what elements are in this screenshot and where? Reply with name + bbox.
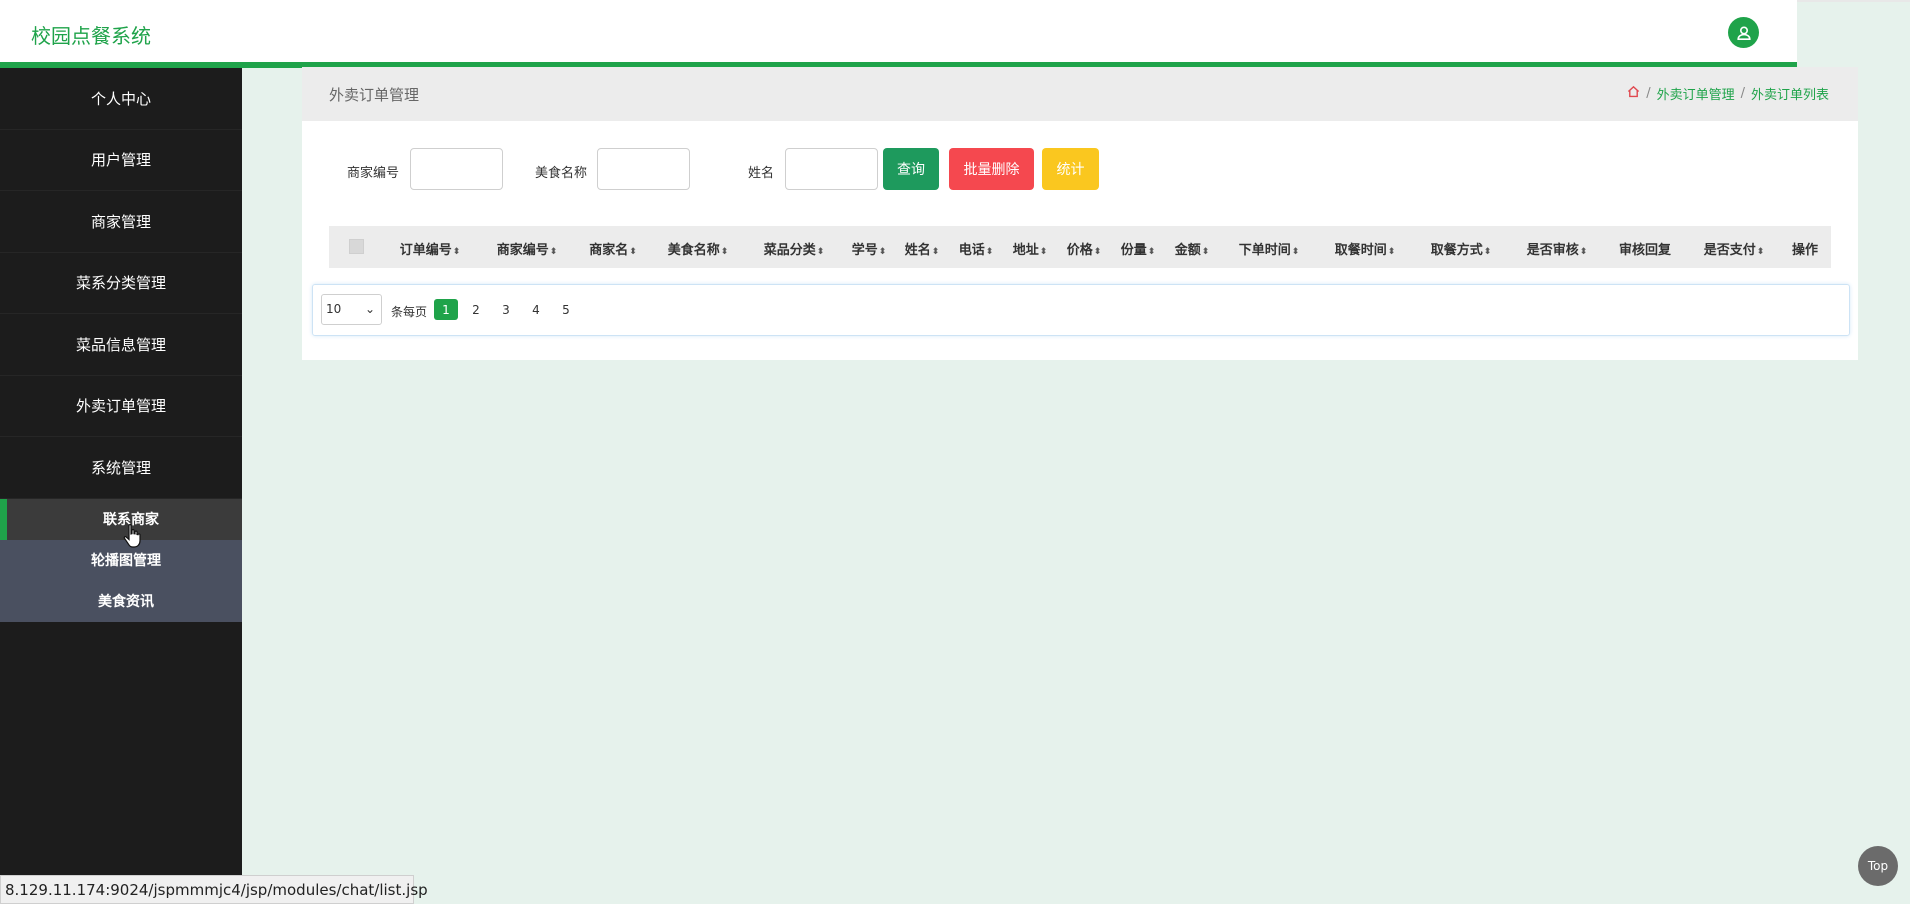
page-5[interactable]: 5: [554, 299, 578, 320]
page-2[interactable]: 2: [464, 299, 488, 320]
home-icon[interactable]: [1627, 85, 1640, 102]
page-3[interactable]: 3: [494, 299, 518, 320]
col-amount[interactable]: 金额⬍: [1175, 239, 1210, 258]
submenu-item-contact-merchant[interactable]: 联系商家: [0, 498, 242, 540]
system-submenu: 联系商家 轮播图管理 美食资讯: [0, 498, 242, 622]
page-4[interactable]: 4: [524, 299, 548, 320]
col-dish-category[interactable]: 菜品分类⬍: [764, 239, 825, 258]
col-price[interactable]: 价格⬍: [1067, 239, 1102, 258]
merchant-no-input[interactable]: [410, 148, 503, 190]
page-1[interactable]: 1: [434, 299, 458, 320]
name-label: 姓名: [748, 166, 775, 181]
col-merchant-name[interactable]: 商家名⬍: [589, 239, 637, 258]
top-header: 校园点餐系统: [0, 0, 1797, 68]
hand-cursor-icon: [123, 523, 143, 553]
col-address[interactable]: 地址⬍: [1013, 239, 1048, 258]
table-header: 订单编号⬍ 商家编号⬍ 商家名⬍ 美食名称⬍ 菜品分类⬍ 学号⬍ 姓名⬍ 电话⬍…: [329, 226, 1831, 268]
col-actions: 操作: [1791, 243, 1819, 258]
sidebar-item-merchant-management[interactable]: 商家管理: [0, 191, 242, 253]
name-input[interactable]: [785, 148, 878, 190]
sidebar-item-user-management[interactable]: 用户管理: [0, 130, 242, 191]
per-page-label: 条每页: [391, 305, 428, 319]
merchant-no-label: 商家编号: [347, 166, 400, 181]
col-is-reviewed[interactable]: 是否审核⬍: [1527, 239, 1588, 258]
breadcrumb: / 外卖订单管理 / 外卖订单列表: [1627, 84, 1829, 103]
sidebar-item-system-management[interactable]: 系统管理: [0, 437, 242, 499]
breadcrumb-item-order-list: 外卖订单列表: [1750, 88, 1829, 103]
col-pickup-method[interactable]: 取餐方式⬍: [1431, 239, 1492, 258]
col-pickup-time[interactable]: 取餐时间⬍: [1335, 239, 1396, 258]
col-phone[interactable]: 电话⬍: [959, 239, 994, 258]
breadcrumb-item-orders[interactable]: 外卖订单管理: [1657, 84, 1735, 103]
main-panel: 外卖订单管理 / 外卖订单管理 / 外卖订单列表 商家编号 美食名称 姓名 查询…: [302, 67, 1858, 360]
food-name-label: 美食名称: [535, 166, 588, 181]
status-bar-url: 8.129.11.174:9024/jspmmmjc4/jsp/modules/…: [0, 875, 428, 904]
stats-button[interactable]: 统计: [1042, 148, 1099, 190]
search-bar: 商家编号 美食名称 姓名 查询 批量删除 统计: [302, 148, 1858, 192]
food-name-input[interactable]: [597, 148, 690, 190]
col-review-reply: 审核回复: [1618, 243, 1672, 258]
chevron-down-icon: ⌄: [364, 302, 375, 316]
app-title: 校园点餐系统: [31, 24, 151, 48]
col-student-no[interactable]: 学号⬍: [852, 239, 887, 258]
col-order-no[interactable]: 订单编号⬍: [400, 239, 461, 258]
pagination: 10 ⌄ 条每页 1 2 3 4 5: [312, 284, 1850, 336]
back-to-top-button[interactable]: Top: [1858, 846, 1898, 886]
sidebar-item-personal-center[interactable]: 个人中心: [0, 68, 242, 130]
user-avatar-icon[interactable]: [1728, 17, 1759, 48]
page-title: 外卖订单管理: [329, 86, 420, 104]
sidebar-item-takeout-orders[interactable]: 外卖订单管理: [0, 376, 242, 437]
col-food-name[interactable]: 美食名称⬍: [668, 239, 729, 258]
col-name[interactable]: 姓名⬍: [905, 239, 940, 258]
sidebar-item-cuisine-category[interactable]: 菜系分类管理: [0, 253, 242, 314]
col-merchant-no[interactable]: 商家编号⬍: [497, 239, 558, 258]
col-is-paid[interactable]: 是否支付⬍: [1704, 239, 1765, 258]
col-order-time[interactable]: 下单时间⬍: [1239, 239, 1300, 258]
batch-delete-button[interactable]: 批量删除: [949, 148, 1034, 190]
query-button[interactable]: 查询: [883, 148, 939, 190]
col-portion[interactable]: 份量⬍: [1121, 239, 1156, 258]
page-size-select[interactable]: 10 ⌄: [321, 294, 382, 325]
sidebar: 个人中心 用户管理 商家管理 菜系分类管理 菜品信息管理 外卖订单管理 系统管理…: [0, 68, 242, 904]
select-all-checkbox[interactable]: [349, 239, 364, 254]
submenu-item-food-news[interactable]: 美食资讯: [0, 581, 242, 622]
sidebar-item-dish-info[interactable]: 菜品信息管理: [0, 314, 242, 376]
submenu-item-carousel[interactable]: 轮播图管理: [0, 540, 242, 581]
breadcrumb-bar: 外卖订单管理 / 外卖订单管理 / 外卖订单列表: [302, 67, 1858, 121]
